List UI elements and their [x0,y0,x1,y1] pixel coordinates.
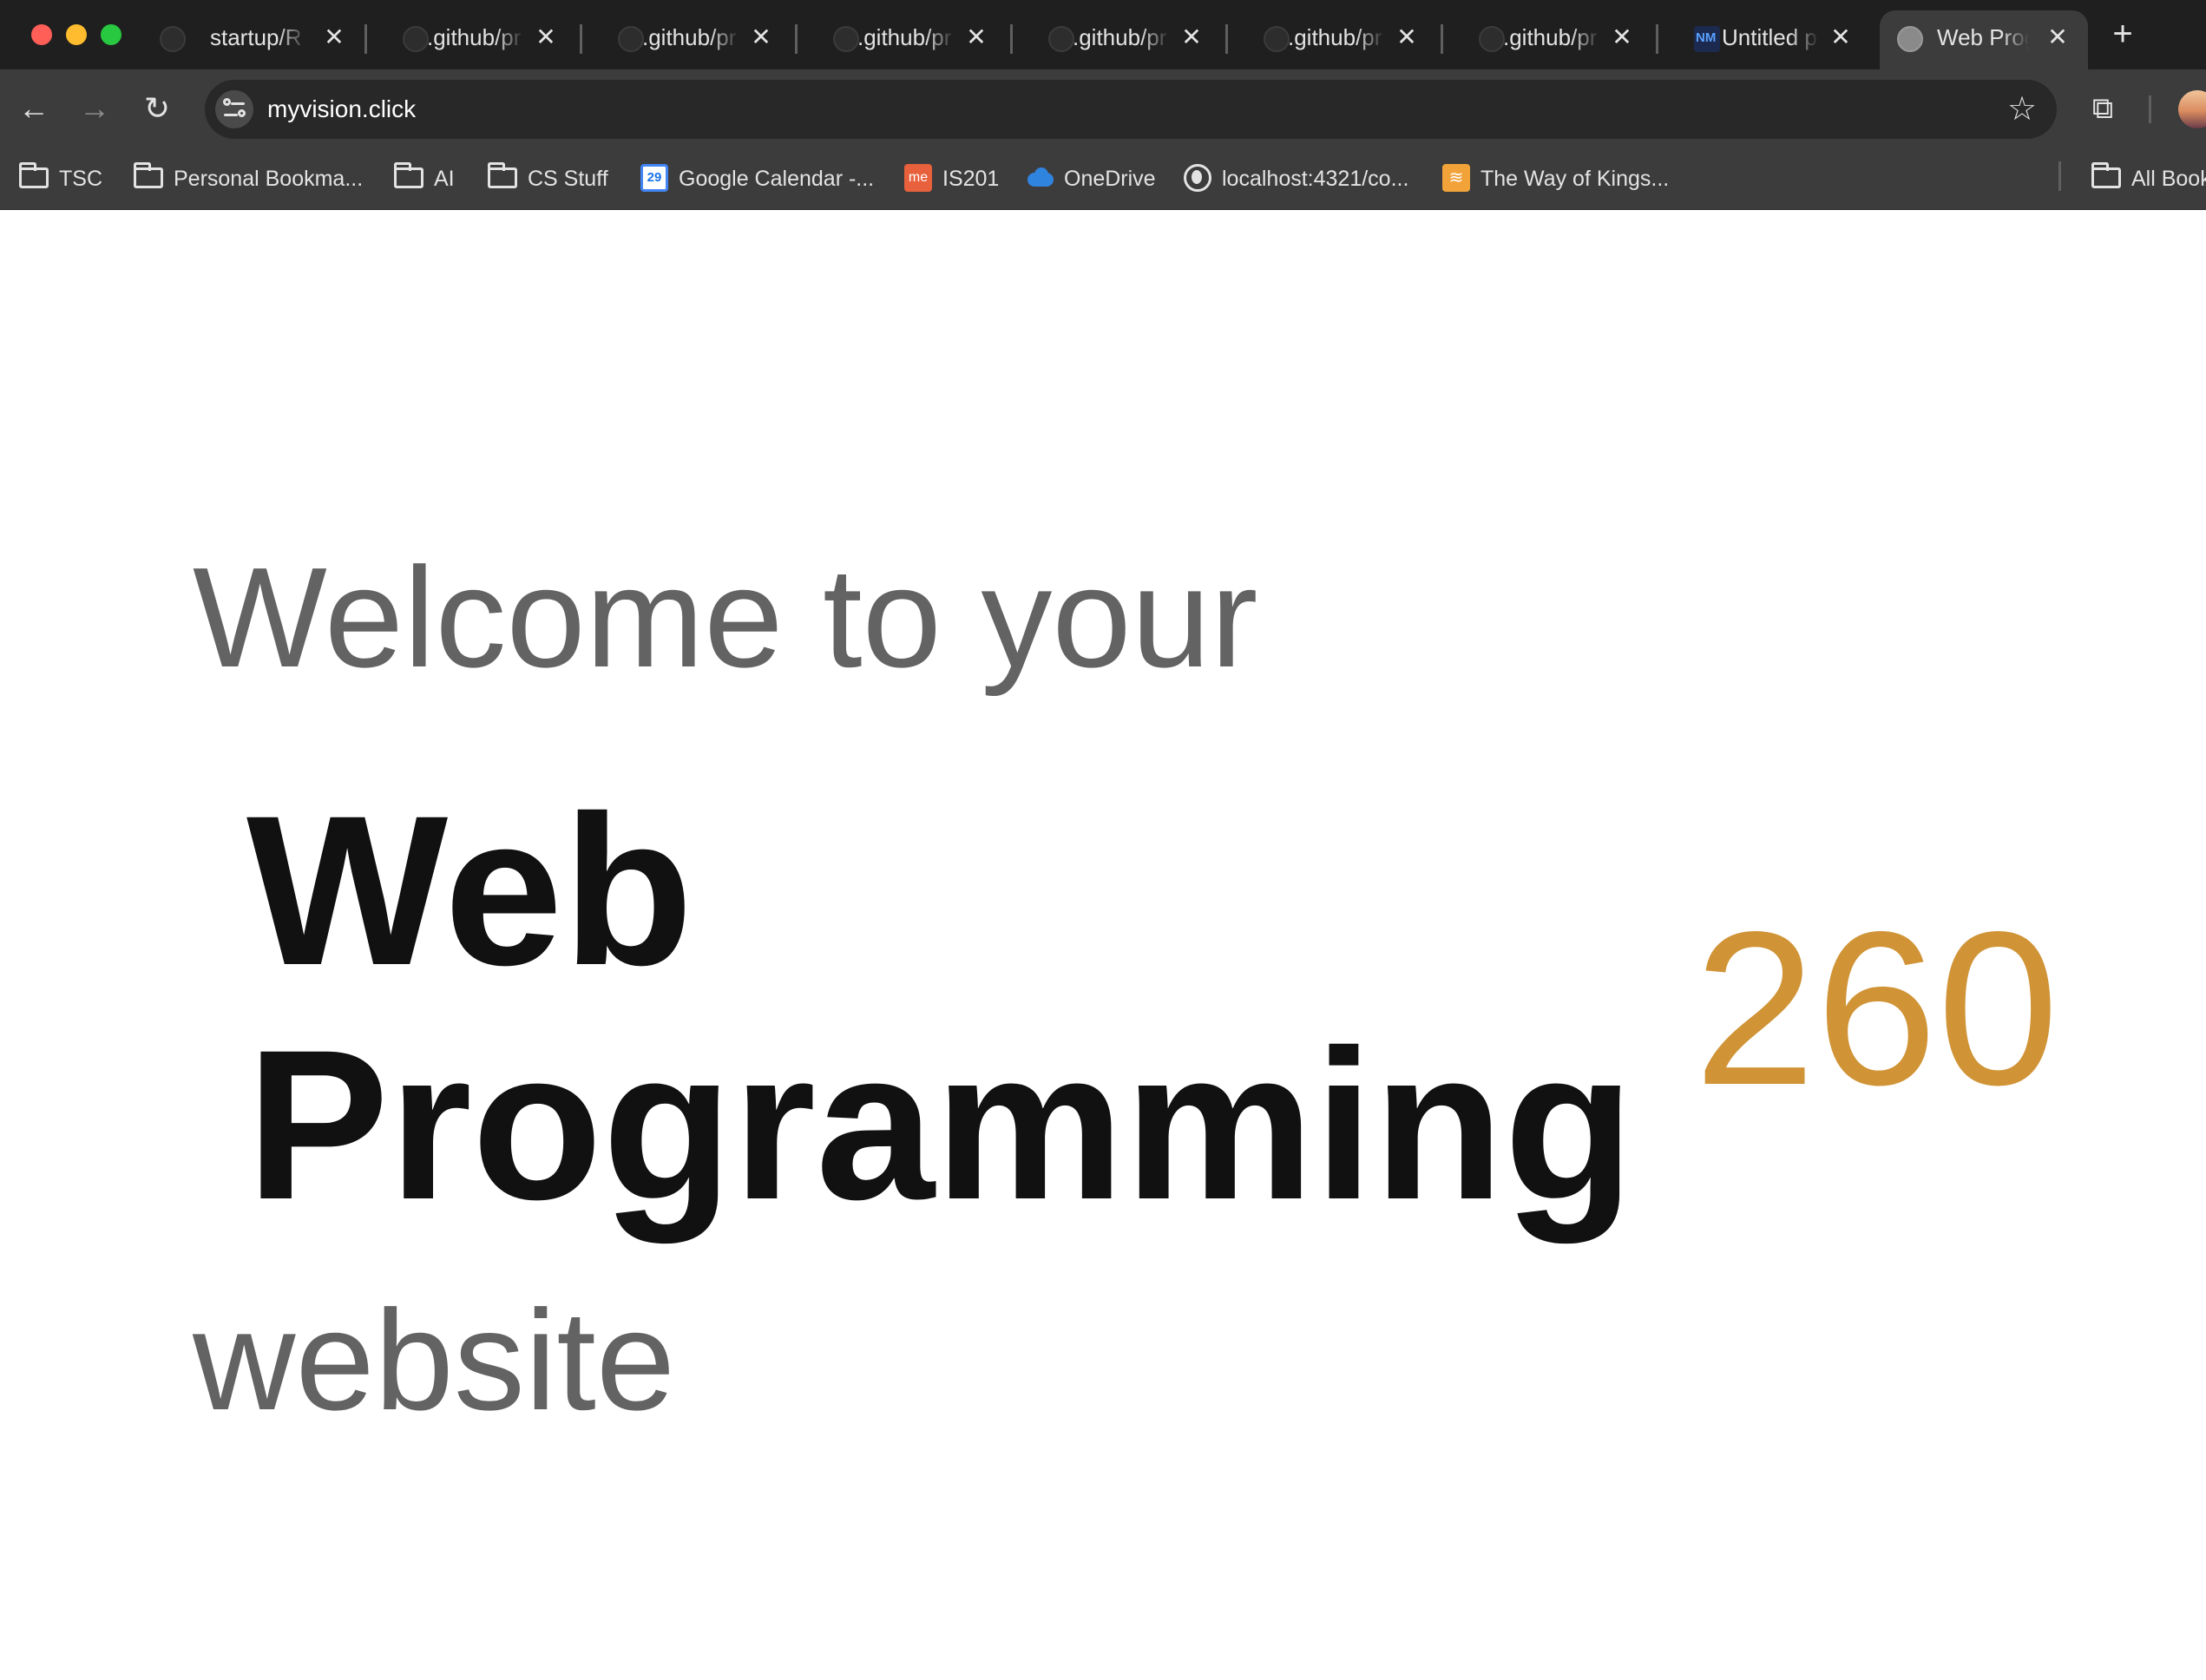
site-settings-icon[interactable] [215,90,253,128]
close-window-button[interactable] [31,24,52,45]
bookmarks-separator [2058,161,2061,191]
page-content: Welcome to your Web Programming 260 webs… [0,210,2206,1680]
back-button[interactable]: ← [14,89,54,128]
tab-title: .github/pr [857,24,952,50]
bookmark-folder-personal[interactable]: Personal Bookma... [134,161,363,196]
bookmark-folder-cs-stuff[interactable]: CS Stuff [488,161,608,196]
bookmark-label: IS201 [942,167,1000,191]
bookmark-label: AI [434,167,455,191]
tab-title: startup/R [210,24,302,50]
bookmark-google-calendar[interactable]: 29 Google Calendar -... [640,161,874,196]
tab[interactable]: .github/pr ✕ [601,10,814,69]
close-icon[interactable]: ✕ [748,24,774,50]
folder-icon [488,162,517,189]
github-icon [833,26,859,52]
tab-title: .github/pr [1288,24,1382,50]
tab[interactable]: .github/pr ✕ [385,10,599,69]
bookmark-is201[interactable]: me IS201 [904,161,999,196]
page-title: Web Programming [246,774,1634,1243]
tab-title: .github/pr [1073,24,1167,50]
tab[interactable]: .github/pr ✕ [816,10,1029,69]
tab[interactable]: startup/R ✕ [142,10,367,69]
maximize-window-button[interactable] [101,24,121,45]
tab-separator [1441,24,1443,54]
minimize-window-button[interactable] [66,24,87,45]
github-icon [403,26,429,52]
bookmark-label: The Way of Kings... [1481,167,1670,191]
new-tab-button[interactable]: + [2104,16,2142,54]
tab[interactable]: .github/pr ✕ [1461,10,1675,69]
title-line-programming: Programming [246,1006,1635,1244]
bookmark-label: Personal Bookma... [174,167,364,191]
github-icon [1264,26,1290,52]
github-icon [1479,26,1505,52]
folder-icon [19,162,49,189]
tab[interactable]: Untitled p ✕ [1677,10,1890,69]
close-icon[interactable]: ✕ [533,24,559,50]
globe-icon [1897,26,1923,52]
all-bookmarks-folder[interactable]: All Bookmarks [2091,161,2206,196]
nm-icon [1694,26,1720,52]
forward-button[interactable]: → [75,89,115,128]
close-icon[interactable]: ✕ [1394,24,1420,50]
tab-title: .github/pr [642,24,737,50]
website-text: website [193,1281,676,1440]
globe-icon [1184,164,1211,193]
course-number: 260 [1694,887,2059,1131]
github-icon [1048,26,1074,52]
me-icon: me [904,164,932,193]
tab-title: .github/pr [427,24,522,50]
tab-separator [580,24,582,54]
close-icon[interactable]: ✕ [1828,24,1854,50]
close-icon[interactable]: ✕ [963,24,989,50]
toolbar-separator [2149,95,2151,123]
tab-title: .github/pr [1503,24,1598,50]
folder-icon [2091,162,2121,189]
tab-active[interactable]: Web Prog ✕ [1880,10,2088,69]
google-calendar-icon: 29 [640,164,668,193]
profile-avatar[interactable] [2178,90,2206,128]
tab-separator [1010,24,1013,54]
tab-separator [1225,24,1228,54]
reload-button[interactable]: ↻ [137,89,177,128]
bookmark-folder-tsc[interactable]: TSC [19,161,102,196]
github-icon [160,26,186,52]
welcome-text: Welcome to your [193,538,1258,697]
close-icon[interactable]: ✕ [2045,24,2071,50]
close-icon[interactable]: ✕ [1179,24,1205,50]
onedrive-icon [1026,164,1054,192]
github-icon [618,26,644,52]
folder-icon [134,162,163,189]
bookmark-label: CS Stuff [528,167,608,191]
bookmark-label: OneDrive [1064,167,1156,191]
bookmark-folder-ai[interactable]: AI [394,161,455,196]
folder-icon [394,162,423,189]
audible-icon: ≋ [1442,164,1470,193]
close-icon[interactable]: ✕ [321,24,347,50]
bookmark-label: localhost:4321/co... [1222,167,1409,191]
bookmark-label: Google Calendar -... [679,167,875,191]
address-bar[interactable]: myvision.click ☆ [205,80,2057,139]
browser-toolbar: ← → ↻ myvision.click ☆ ⧉ [0,69,2206,148]
tab-title: Untitled p [1722,24,1817,50]
url-text[interactable]: myvision.click [267,94,416,125]
bookmark-star-icon[interactable]: ☆ [2003,90,2041,128]
tab-separator [364,24,367,54]
extensions-icon[interactable]: ⧉ [2083,89,2123,128]
close-icon[interactable]: ✕ [1609,24,1635,50]
bookmark-label: All Bookmarks [2131,167,2206,191]
tab-separator [795,24,798,54]
title-line-web: Web [246,771,693,1010]
bookmark-way-of-kings[interactable]: ≋ The Way of Kings... [1442,161,1669,196]
bookmark-onedrive[interactable]: OneDrive [1026,161,1156,196]
tab-strip: startup/R ✕ .github/pr ✕ .github/pr ✕ .g… [0,0,2206,69]
tab[interactable]: .github/pr ✕ [1031,10,1244,69]
tab-separator [1656,24,1658,54]
tab[interactable]: .github/pr ✕ [1246,10,1460,69]
bookmark-localhost[interactable]: localhost:4321/co... [1184,161,1408,196]
tab-title: Web Prog [1937,24,2029,50]
bookmark-label: TSC [59,167,102,191]
bookmarks-bar: TSC Personal Bookma... AI CS Stuff 29 Goo… [0,148,2206,210]
